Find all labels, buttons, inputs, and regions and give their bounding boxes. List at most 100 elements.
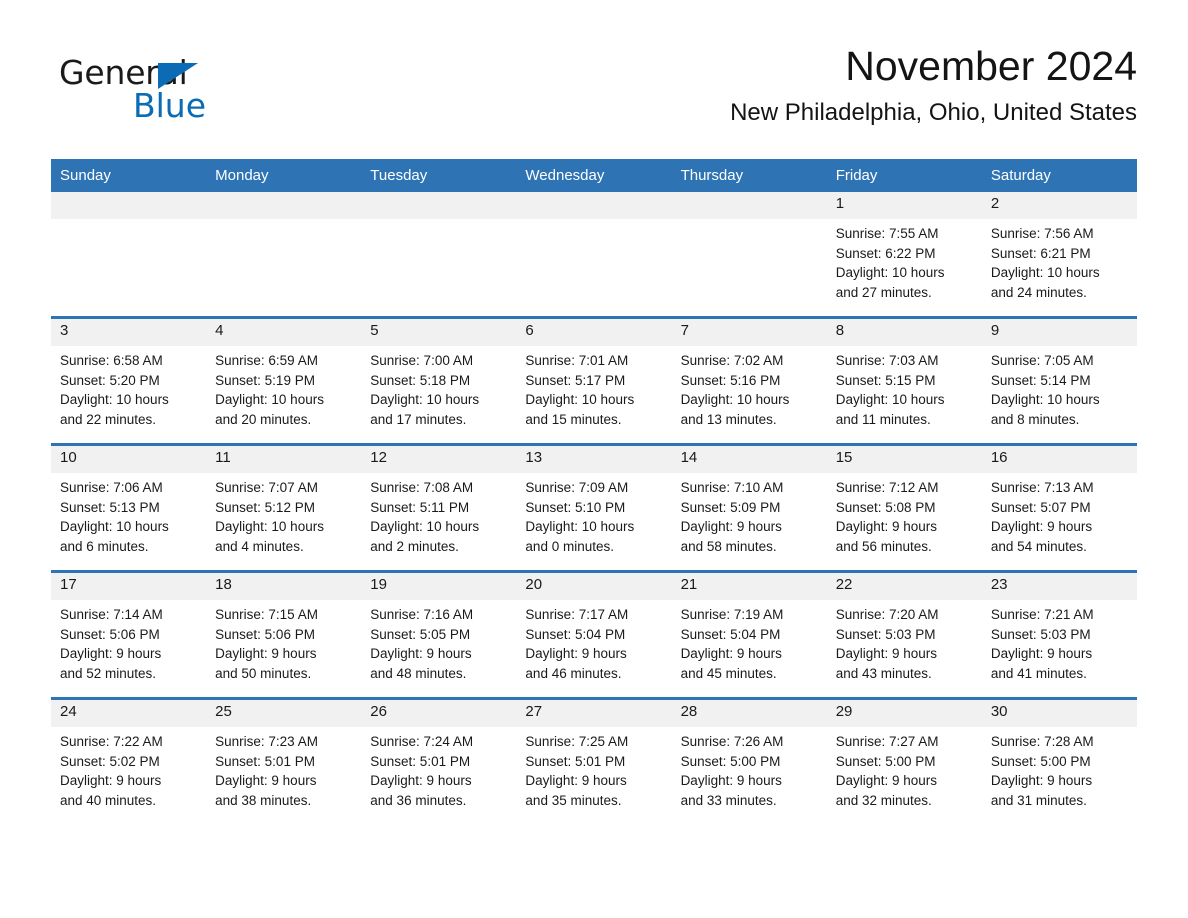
day-cell[interactable]: Sunrise: 7:22 AM Sunset: 5:02 PM Daylight:… bbox=[51, 727, 207, 824]
day-number[interactable]: 15 bbox=[826, 446, 982, 473]
calendar-container: Sunday Monday Tuesday Wednesday Thursday… bbox=[51, 159, 1137, 824]
day-detail-row: Sunrise: 7:06 AM Sunset: 5:13 PM Daylight:… bbox=[51, 473, 1137, 570]
title-block: November 2024 New Philadelphia, Ohio, Un… bbox=[730, 43, 1137, 126]
day-number-empty bbox=[51, 192, 207, 219]
day-cell[interactable]: Sunrise: 7:08 AM Sunset: 5:11 PM Daylight:… bbox=[361, 473, 517, 570]
daylight-text: and 52 minutes. bbox=[60, 666, 157, 682]
daylight-text: Daylight: 9 hours bbox=[990, 773, 1093, 789]
sunrise-text: Sunrise: 7:22 AM bbox=[60, 734, 163, 749]
day-number[interactable]: 13 bbox=[516, 446, 672, 473]
day-cell[interactable]: Sunrise: 7:25 AM Sunset: 5:01 PM Daylight:… bbox=[516, 727, 672, 824]
day-number[interactable]: 10 bbox=[51, 446, 207, 473]
day-cell[interactable]: Sunrise: 7:28 AM Sunset: 5:00 PM Daylight:… bbox=[981, 727, 1137, 824]
day-cell[interactable]: Sunrise: 7:15 AM Sunset: 5:06 PM Daylight:… bbox=[206, 600, 362, 697]
daylight-text: and 50 minutes. bbox=[215, 666, 312, 682]
sunrise-text: Sunrise: 7:05 AM bbox=[990, 353, 1094, 368]
day-number[interactable]: 7 bbox=[671, 319, 827, 346]
day-cell[interactable]: Sunrise: 7:23 AM Sunset: 5:01 PM Daylight:… bbox=[206, 727, 362, 824]
day-number[interactable]: 16 bbox=[981, 446, 1137, 473]
day-cell[interactable]: Sunrise: 7:20 AM Sunset: 5:03 PM Daylight:… bbox=[826, 600, 982, 697]
day-number[interactable]: 4 bbox=[206, 319, 362, 346]
day-cell[interactable]: Sunrise: 7:56 AM Sunset: 6:21 PM Daylight:… bbox=[981, 219, 1137, 316]
daylight-text: Daylight: 10 hours bbox=[525, 519, 635, 535]
day-cell[interactable]: Sunrise: 7:03 AM Sunset: 5:15 PM Daylight:… bbox=[826, 346, 982, 443]
calendar-body: 1 2 Sunrise: 7:55 AM Sunset: 6:22 PM Dayligh… bbox=[51, 192, 1137, 824]
day-cell[interactable]: Sunrise: 7:16 AM Sunset: 5:05 PM Daylight:… bbox=[361, 600, 517, 697]
daylight-text: and 27 minutes. bbox=[835, 285, 932, 301]
day-cell[interactable]: Sunrise: 7:07 AM Sunset: 5:12 PM Daylight:… bbox=[206, 473, 362, 570]
daylight-text: and 31 minutes. bbox=[990, 793, 1087, 809]
daylight-text: and 54 minutes. bbox=[990, 539, 1087, 555]
day-cell[interactable]: Sunrise: 7:00 AM Sunset: 5:18 PM Daylight:… bbox=[361, 346, 517, 443]
sunrise-text: Sunrise: 7:21 AM bbox=[990, 607, 1094, 622]
day-detail-row: Sunrise: 7:55 AM Sunset: 6:22 PM Daylight:… bbox=[51, 219, 1137, 316]
day-cell[interactable]: Sunrise: 7:10 AM Sunset: 5:09 PM Daylight:… bbox=[671, 473, 827, 570]
day-number[interactable]: 6 bbox=[516, 319, 672, 346]
sunrise-text: Sunrise: 7:17 AM bbox=[525, 607, 629, 622]
sunset-text: Sunset: 5:00 PM bbox=[680, 753, 781, 769]
day-cell[interactable]: Sunrise: 7:12 AM Sunset: 5:08 PM Daylight:… bbox=[826, 473, 982, 570]
day-cell[interactable]: Sunrise: 7:19 AM Sunset: 5:04 PM Daylight:… bbox=[671, 600, 827, 697]
day-cell[interactable]: Sunrise: 7:09 AM Sunset: 5:10 PM Daylight:… bbox=[516, 473, 672, 570]
day-number[interactable]: 18 bbox=[206, 573, 362, 600]
day-number[interactable]: 29 bbox=[826, 700, 982, 727]
daylight-text: and 15 minutes. bbox=[525, 412, 622, 428]
day-number[interactable]: 3 bbox=[51, 319, 207, 346]
day-number[interactable]: 23 bbox=[981, 573, 1137, 600]
day-number[interactable]: 11 bbox=[206, 446, 362, 473]
daylight-text: Daylight: 10 hours bbox=[525, 392, 635, 408]
day-cell[interactable]: Sunrise: 7:55 AM Sunset: 6:22 PM Daylight:… bbox=[826, 219, 982, 316]
general-blue-logo[interactable]: General Blue bbox=[59, 56, 299, 136]
day-number[interactable]: 25 bbox=[206, 700, 362, 727]
day-cell[interactable]: Sunrise: 7:21 AM Sunset: 5:03 PM Daylight:… bbox=[981, 600, 1137, 697]
day-number[interactable]: 5 bbox=[361, 319, 517, 346]
sunrise-text: Sunrise: 6:59 AM bbox=[215, 353, 318, 368]
day-detail-row: Sunrise: 7:14 AM Sunset: 5:06 PM Daylight:… bbox=[51, 600, 1137, 697]
sunrise-text: Sunrise: 7:24 AM bbox=[370, 734, 474, 749]
location-subtitle: New Philadelphia, Ohio, United States bbox=[730, 98, 1137, 126]
day-number[interactable]: 28 bbox=[671, 700, 827, 727]
day-number[interactable]: 9 bbox=[981, 319, 1137, 346]
sunrise-text: Sunrise: 7:20 AM bbox=[835, 607, 939, 622]
day-number[interactable]: 12 bbox=[361, 446, 517, 473]
day-number[interactable]: 17 bbox=[51, 573, 207, 600]
daylight-text: and 4 minutes. bbox=[215, 539, 304, 555]
daylight-text: Daylight: 10 hours bbox=[990, 265, 1100, 281]
day-cell[interactable]: Sunrise: 7:17 AM Sunset: 5:04 PM Daylight:… bbox=[516, 600, 672, 697]
sunrise-text: Sunrise: 7:02 AM bbox=[680, 353, 784, 368]
day-number[interactable]: 14 bbox=[671, 446, 827, 473]
day-number-empty bbox=[516, 192, 672, 219]
day-number[interactable]: 1 bbox=[826, 192, 982, 219]
day-cell[interactable]: Sunrise: 6:59 AM Sunset: 5:19 PM Daylight:… bbox=[206, 346, 362, 443]
day-cell-empty bbox=[671, 219, 827, 316]
day-cell[interactable]: Sunrise: 7:06 AM Sunset: 5:13 PM Daylight:… bbox=[51, 473, 207, 570]
day-number[interactable]: 27 bbox=[516, 700, 672, 727]
day-cell[interactable]: Sunrise: 7:24 AM Sunset: 5:01 PM Daylight:… bbox=[361, 727, 517, 824]
daylight-text: and 22 minutes. bbox=[60, 412, 157, 428]
day-number[interactable]: 21 bbox=[671, 573, 827, 600]
day-cell[interactable]: Sunrise: 7:13 AM Sunset: 5:07 PM Daylight:… bbox=[981, 473, 1137, 570]
day-cell[interactable]: Sunrise: 7:01 AM Sunset: 5:17 PM Daylight:… bbox=[516, 346, 672, 443]
day-number[interactable]: 22 bbox=[826, 573, 982, 600]
day-cell[interactable]: Sunrise: 7:14 AM Sunset: 5:06 PM Daylight:… bbox=[51, 600, 207, 697]
day-number[interactable]: 8 bbox=[826, 319, 982, 346]
weekday-header-monday: Monday bbox=[206, 159, 362, 192]
sunrise-text: Sunrise: 7:09 AM bbox=[525, 480, 629, 495]
logo-text-blue: Blue bbox=[133, 86, 207, 125]
day-number[interactable]: 19 bbox=[361, 573, 517, 600]
day-cell[interactable]: Sunrise: 7:27 AM Sunset: 5:00 PM Daylight:… bbox=[826, 727, 982, 824]
daylight-text: Daylight: 9 hours bbox=[835, 519, 938, 535]
sunrise-text: Sunrise: 7:15 AM bbox=[215, 607, 318, 622]
day-cell[interactable]: Sunrise: 6:58 AM Sunset: 5:20 PM Daylight:… bbox=[51, 346, 207, 443]
sunset-text: Sunset: 5:16 PM bbox=[680, 372, 781, 388]
day-number[interactable]: 26 bbox=[361, 700, 517, 727]
day-number[interactable]: 30 bbox=[981, 700, 1137, 727]
day-number[interactable]: 2 bbox=[981, 192, 1137, 219]
day-number[interactable]: 20 bbox=[516, 573, 672, 600]
day-cell[interactable]: Sunrise: 7:02 AM Sunset: 5:16 PM Daylight:… bbox=[671, 346, 827, 443]
day-cell[interactable]: Sunrise: 7:26 AM Sunset: 5:00 PM Daylight:… bbox=[671, 727, 827, 824]
day-number[interactable]: 24 bbox=[51, 700, 207, 727]
day-number-row: 12 bbox=[51, 192, 1137, 219]
day-cell[interactable]: Sunrise: 7:05 AM Sunset: 5:14 PM Daylight:… bbox=[981, 346, 1137, 443]
sunset-text: Sunset: 5:06 PM bbox=[60, 626, 160, 642]
